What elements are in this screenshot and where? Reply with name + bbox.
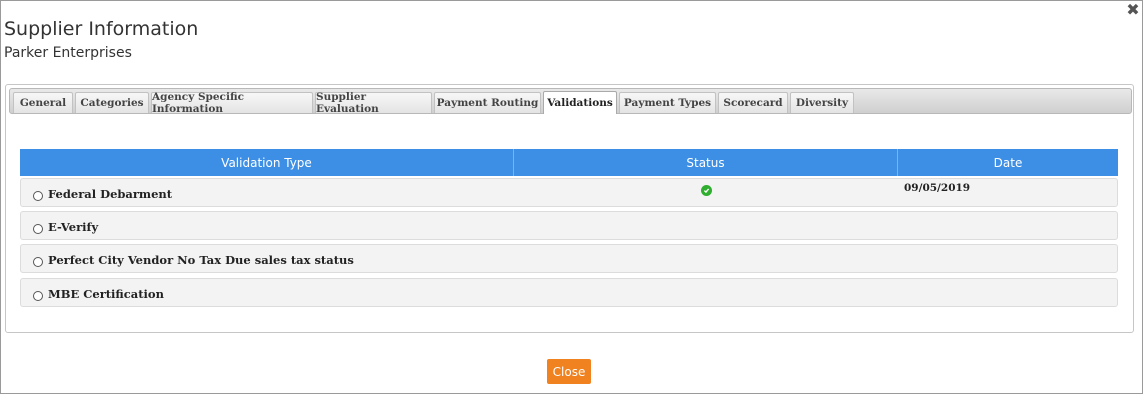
table-row[interactable]: Federal Debarment 09/05/2019	[20, 178, 1118, 207]
table-row[interactable]: E-Verify	[20, 211, 1118, 240]
validation-type: Perfect City Vendor No Tax Due sales tax…	[48, 253, 354, 267]
row-radio[interactable]	[33, 257, 43, 267]
tab-supplier-evaluation[interactable]: Supplier Evaluation	[315, 91, 432, 115]
table-row[interactable]: Perfect City Vendor No Tax Due sales tax…	[20, 244, 1118, 273]
validation-type: E-Verify	[48, 220, 99, 234]
dialog-title: Supplier Information	[4, 18, 199, 40]
tab-payment-routing[interactable]: Payment Routing	[434, 92, 541, 113]
tab-panel: General Categories Agency Specific Infor…	[5, 84, 1134, 333]
row-radio[interactable]	[33, 291, 43, 301]
supplier-info-dialog: ✖ Supplier Information Parker Enterprise…	[0, 0, 1143, 394]
table-row[interactable]: MBE Certification	[20, 278, 1118, 307]
header-status[interactable]: Status	[514, 149, 898, 176]
tab-payment-types[interactable]: Payment Types	[619, 92, 716, 113]
tab-validations[interactable]: Validations	[543, 91, 617, 114]
validation-date: 09/05/2019	[904, 182, 971, 194]
check-circle-icon	[701, 185, 712, 196]
validation-type: Federal Debarment	[48, 187, 173, 201]
row-radio[interactable]	[33, 191, 43, 201]
tab-scorecard[interactable]: Scorecard	[718, 92, 788, 113]
validation-type: MBE Certification	[48, 287, 164, 301]
close-button[interactable]: Close	[547, 359, 591, 384]
row-radio[interactable]	[33, 224, 43, 234]
close-icon[interactable]: ✖	[1126, 2, 1140, 18]
table-header: Validation Type Status Date	[20, 149, 1118, 176]
header-validation-type[interactable]: Validation Type	[20, 149, 514, 176]
tab-bar: General Categories Agency Specific Infor…	[9, 88, 1132, 115]
tab-diversity[interactable]: Diversity	[790, 92, 854, 113]
dialog-subtitle: Parker Enterprises	[4, 45, 132, 61]
tab-agency-specific-information[interactable]: Agency Specific Information	[151, 91, 313, 115]
tab-general[interactable]: General	[13, 92, 73, 113]
header-date[interactable]: Date	[898, 149, 1118, 176]
tab-categories[interactable]: Categories	[75, 92, 149, 113]
